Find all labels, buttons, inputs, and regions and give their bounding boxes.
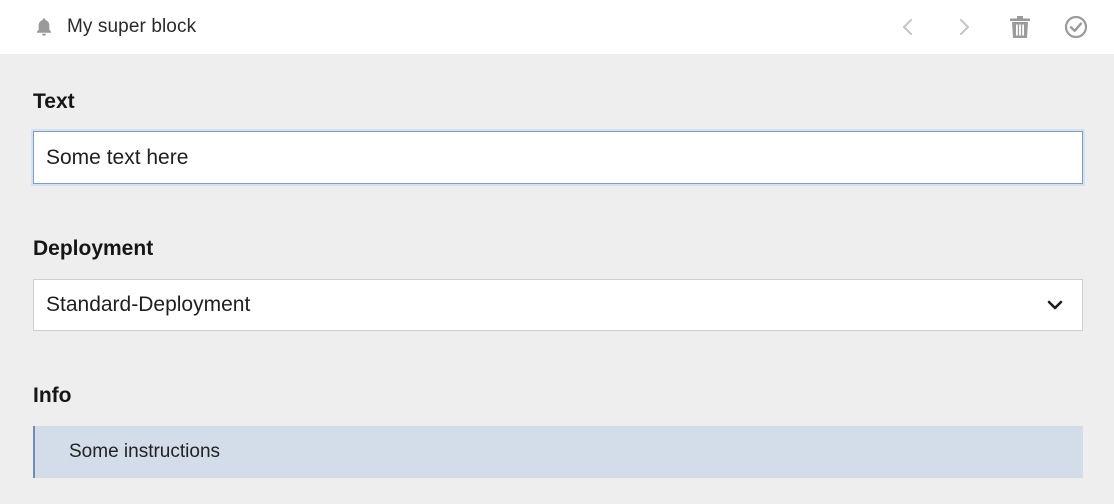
chevron-down-icon <box>1045 295 1065 315</box>
header-toolbar <box>894 13 1090 41</box>
deployment-selected-value: Standard-Deployment <box>46 293 251 316</box>
block-title: My super block <box>67 16 197 37</box>
text-field-label: Text <box>33 90 75 113</box>
info-message-text: Some instructions <box>69 441 221 462</box>
bell-icon <box>32 15 56 39</box>
trash-icon[interactable] <box>1006 13 1034 41</box>
text-input[interactable] <box>33 131 1083 184</box>
chevron-right-icon[interactable] <box>950 13 978 41</box>
chevron-left-icon[interactable] <box>894 13 922 41</box>
info-message-box: Some instructions <box>33 426 1083 478</box>
block-header: My super block <box>0 0 1114 54</box>
check-circle-icon[interactable] <box>1062 13 1090 41</box>
deployment-field-label: Deployment <box>33 237 154 260</box>
deployment-select[interactable]: Standard-Deployment <box>33 279 1083 331</box>
info-field-label: Info <box>33 384 72 407</box>
